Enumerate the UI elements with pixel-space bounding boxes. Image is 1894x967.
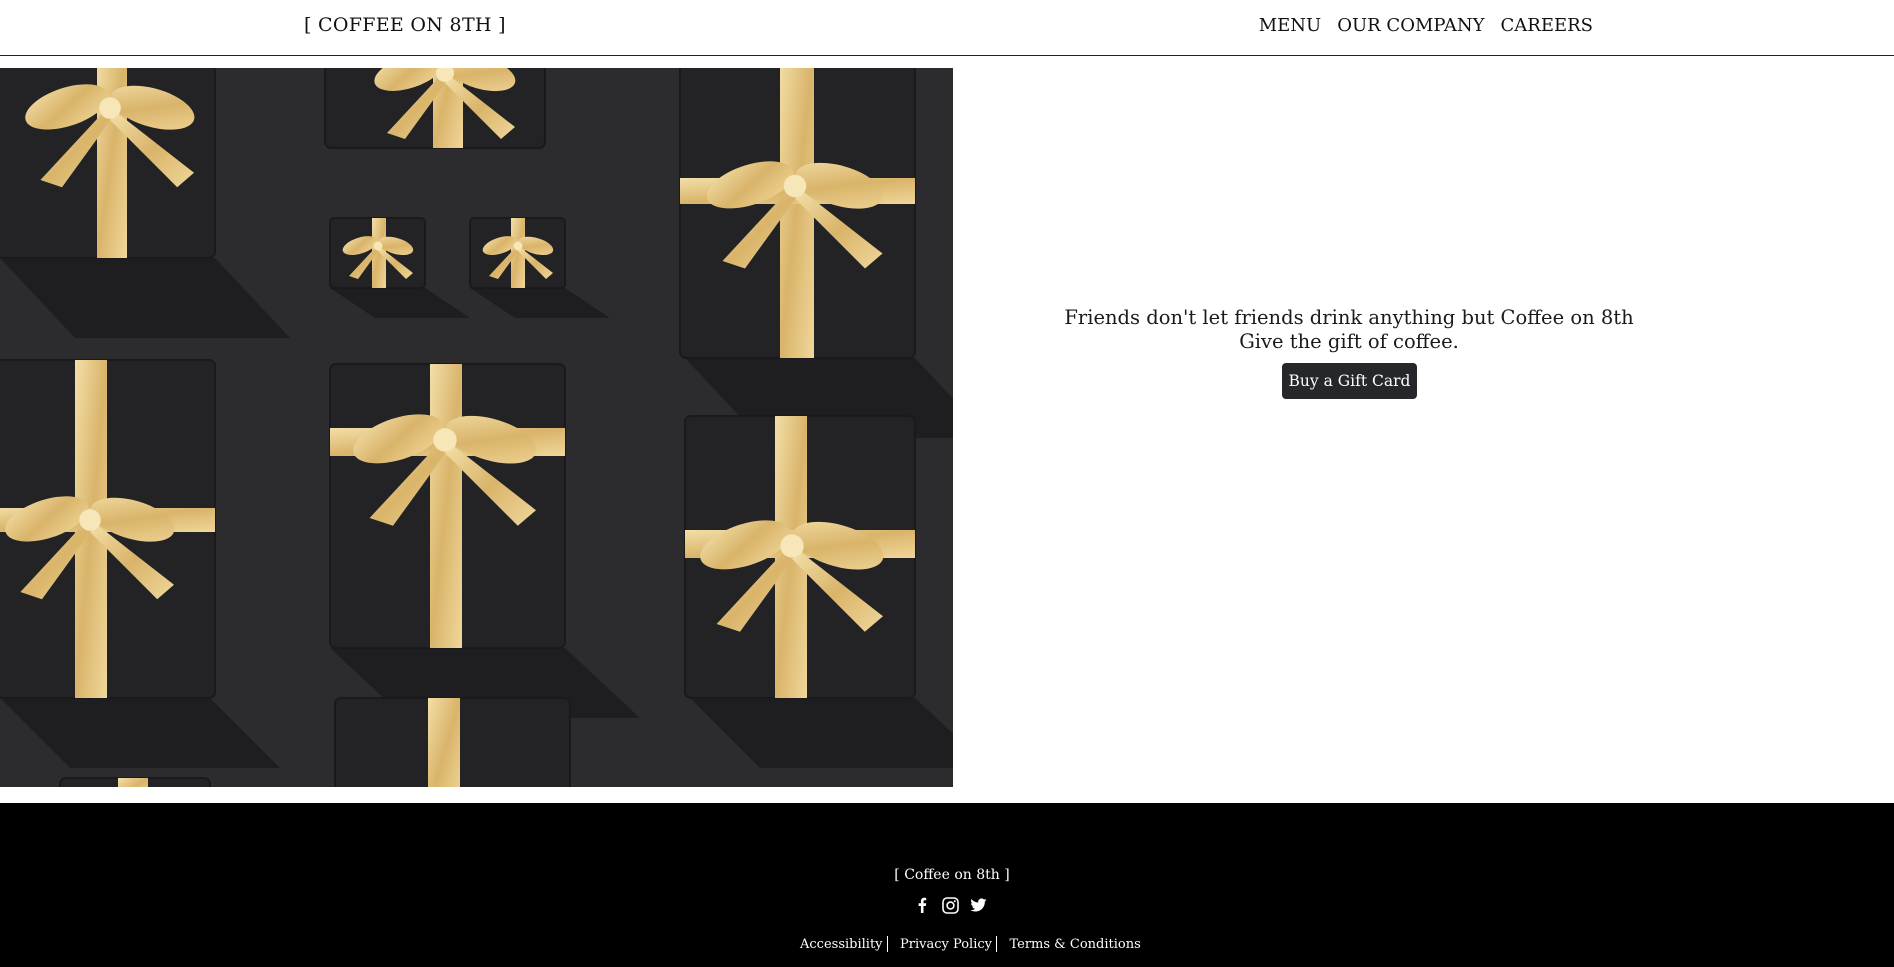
promo-subtitle: Give the gift of coffee. bbox=[1239, 330, 1459, 353]
promo-tagline: Friends don't let friends drink anything… bbox=[1064, 306, 1634, 329]
nav-menu[interactable]: MENU bbox=[1259, 15, 1322, 36]
footer-links: Accessibility Privacy Policy Terms & Con… bbox=[800, 936, 1141, 952]
accessibility-link[interactable]: Accessibility bbox=[800, 937, 883, 952]
gift-card-promo: Friends don't let friends drink anything… bbox=[953, 68, 1894, 787]
gift-boxes-illustration bbox=[0, 68, 953, 787]
site-logo[interactable]: [ COFFEE ON 8TH ] bbox=[304, 14, 506, 36]
hero-image bbox=[0, 68, 953, 787]
privacy-policy-link[interactable]: Privacy Policy bbox=[900, 937, 992, 952]
social-links bbox=[913, 896, 987, 914]
twitter-icon[interactable] bbox=[969, 896, 987, 914]
terms-conditions-link[interactable]: Terms & Conditions bbox=[1009, 937, 1140, 952]
footer-brand: [ Coffee on 8th ] bbox=[894, 867, 1010, 883]
buy-gift-card-button[interactable]: Buy a Gift Card bbox=[1282, 363, 1417, 399]
site-footer: [ Coffee on 8th ] Accessibility Privacy … bbox=[0, 803, 1894, 967]
link-divider bbox=[886, 936, 889, 952]
link-divider bbox=[995, 936, 998, 952]
instagram-icon[interactable] bbox=[941, 896, 959, 914]
nav-our-company[interactable]: OUR COMPANY bbox=[1337, 15, 1484, 36]
site-header: [ COFFEE ON 8TH ] MENU OUR COMPANY CAREE… bbox=[0, 0, 1894, 56]
facebook-icon[interactable] bbox=[913, 896, 931, 914]
nav-careers[interactable]: CAREERS bbox=[1501, 15, 1594, 36]
main-nav: MENU OUR COMPANY CAREERS bbox=[1259, 15, 1593, 36]
